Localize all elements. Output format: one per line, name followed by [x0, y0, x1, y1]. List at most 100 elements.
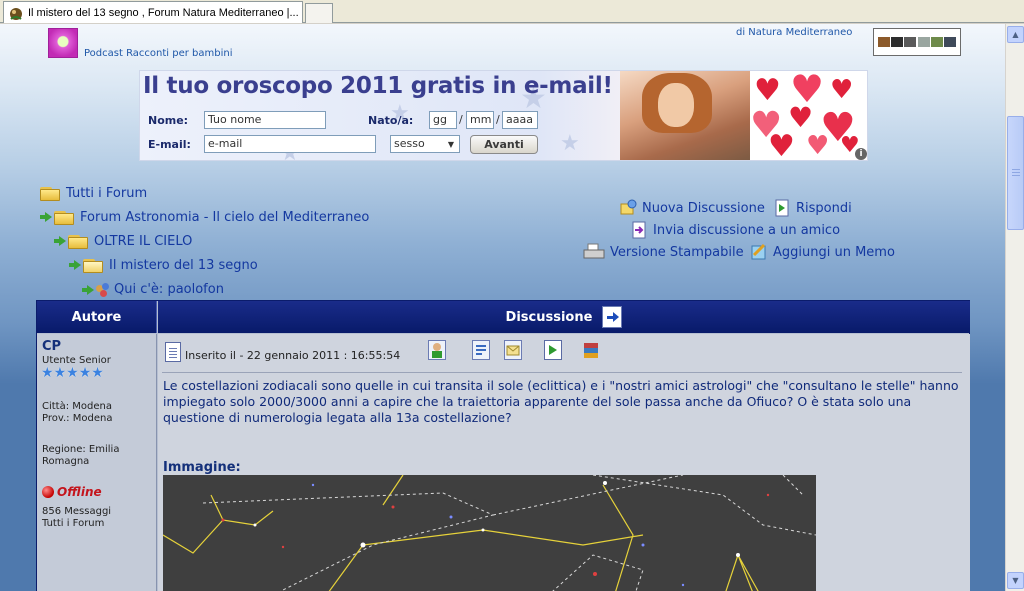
bookmark-icon[interactable] [582, 340, 600, 360]
send-to-friend-link[interactable]: Invia discussione a un amico [630, 221, 840, 239]
folder-icon [68, 233, 88, 249]
breadcrumb-topic-label: Il mistero del 13 segno [109, 257, 258, 273]
edit-icon[interactable] [472, 340, 490, 360]
author-province: Prov.: Modena [42, 413, 113, 424]
ad-month-input[interactable]: mm [466, 111, 494, 129]
author-column-header: Autore [37, 301, 157, 333]
star-icon: ★ [41, 365, 54, 381]
natura-mediterraneo-link[interactable]: di Natura Mediterraneo [736, 27, 852, 38]
scroll-up-arrow-icon[interactable]: ▲ [1007, 26, 1024, 43]
author-header-label: Autore [71, 309, 122, 325]
breadcrumb-who-here[interactable]: Qui c'è: paolofon [82, 282, 224, 297]
thumb-image [930, 37, 943, 47]
constellation-map-image [163, 475, 816, 591]
post-date: Inserito il - 22 gennaio 2011 : 16:55:54 [185, 349, 401, 362]
breadcrumb-who-here-label: Qui c'è: paolofon [114, 282, 224, 297]
post-cell: Inserito il - 22 gennaio 2011 : 16:55:54… [158, 334, 970, 591]
photo-strip-banner[interactable] [873, 28, 961, 56]
date-separator: / [496, 113, 500, 126]
new-tab-button[interactable] [305, 3, 333, 23]
new-topic-icon [619, 199, 637, 217]
dropdown-arrow-icon: ▼ [443, 136, 459, 152]
author-stars: ★ ★ ★ ★ ★ [41, 366, 104, 380]
podcast-link[interactable]: Podcast Racconti per bambini [84, 48, 233, 59]
site-favicon-icon [8, 5, 24, 21]
browser-tab[interactable]: Il mistero del 13 segno , Forum Natura M… [3, 1, 303, 23]
breadcrumb-forum-label: Forum Astronomia - Il cielo del Mediterr… [80, 209, 370, 225]
tree-arrow-icon [82, 284, 94, 296]
tree-arrow-icon [54, 235, 66, 247]
ad-birth-label: Nato/a: [368, 114, 414, 127]
ad-name-input[interactable]: Tuo nome [204, 111, 326, 129]
horoscope-ad-banner[interactable]: ★ ★ ★ ★ Il tuo oroscopo 2011 gratis in e… [139, 70, 868, 161]
breadcrumb-topic[interactable]: Il mistero del 13 segno [69, 257, 258, 273]
ad-info-icon[interactable]: i [855, 148, 867, 160]
ad-email-input[interactable]: e-mail [204, 135, 376, 153]
tree-arrow-icon [69, 259, 81, 271]
email-author-icon[interactable] [504, 340, 522, 360]
author-region: Regione: Emilia [42, 444, 120, 455]
send-to-friend-label: Invia discussione a un amico [653, 222, 841, 238]
breadcrumb-subforum-label: OLTRE IL CIELO [94, 233, 193, 249]
ad-email-label: E-mail: [148, 138, 191, 151]
open-folder-icon [83, 257, 103, 273]
author-status-label: Offline [57, 485, 102, 499]
browser-tab-title: Il mistero del 13 segno , Forum Natura M… [28, 6, 299, 19]
post-image-label: Immagine: [163, 460, 241, 475]
author-all-forums-link[interactable]: Tutti i Forum [42, 518, 104, 530]
print-version-link[interactable]: Versione Stampabile [583, 243, 744, 261]
profile-icon[interactable] [428, 340, 446, 360]
breadcrumb-subforum[interactable]: OLTRE IL CIELO [54, 233, 192, 249]
next-topic-icon[interactable] [602, 306, 623, 328]
ad-sex-select[interactable]: sesso ▼ [390, 135, 460, 153]
browser-tab-strip: Il mistero del 13 segno , Forum Natura M… [0, 0, 1024, 23]
podcast-logo-icon[interactable] [48, 28, 78, 58]
tree-arrow-icon [40, 211, 52, 223]
reply-label: Rispondi [796, 200, 852, 216]
star-icon: ★ [78, 365, 92, 381]
reply-icon [773, 199, 791, 217]
printer-icon [583, 243, 605, 261]
add-memo-label: Aggiungi un Memo [773, 244, 895, 260]
thumb-image [890, 37, 903, 47]
ad-woman-photo [620, 71, 750, 160]
star-icon: ★ [91, 365, 104, 381]
date-separator: / [459, 113, 463, 126]
ad-title: Il tuo oroscopo 2011 gratis in e-mail! [143, 73, 613, 99]
star-decoration-icon: ★ [560, 131, 580, 156]
ad-name-label: Nome: [148, 114, 189, 127]
memo-icon [750, 243, 768, 261]
reply-quote-icon[interactable] [544, 340, 562, 360]
add-memo-link[interactable]: Aggiungi un Memo [750, 243, 895, 261]
topic-column-header: Discussione [158, 301, 970, 333]
ad-hearts-image: ♥ ♥ ♥ ♥ ♥ ♥ ♥ ♥ ♥ i [750, 71, 867, 161]
star-icon: ★ [53, 365, 67, 381]
vertical-scrollbar[interactable]: ▲ ▼ [1005, 24, 1024, 591]
author-name[interactable]: CP [42, 339, 61, 354]
scroll-down-arrow-icon[interactable]: ▼ [1007, 572, 1024, 589]
new-topic-link[interactable]: Nuova Discussione [619, 199, 765, 217]
breadcrumb-all-forums-label: Tutti i Forum [66, 185, 148, 201]
heart-icon: ♥ [830, 75, 854, 105]
users-icon [96, 282, 110, 297]
scrollbar-thumb[interactable] [1007, 116, 1024, 230]
folder-icon [40, 185, 60, 201]
ad-day-input[interactable]: gg [429, 111, 457, 129]
author-city: Città: Modena [42, 401, 112, 412]
new-topic-label: Nuova Discussione [642, 200, 765, 216]
author-info-cell: CP Utente Senior ★ ★ ★ ★ ★ Città: Modena… [37, 334, 157, 591]
ad-year-input[interactable]: aaaa [502, 111, 538, 129]
heart-icon: ♥ [806, 131, 830, 161]
breadcrumb-all-forums[interactable]: Tutti i Forum [40, 185, 147, 201]
breadcrumb-forum[interactable]: Forum Astronomia - Il cielo del Mediterr… [40, 209, 369, 225]
ad-submit-button[interactable]: Avanti [470, 135, 538, 154]
reply-link[interactable]: Rispondi [773, 199, 852, 217]
post-meta: Inserito il - 22 gennaio 2011 : 16:55:54 [165, 342, 400, 362]
send-document-icon [630, 221, 648, 239]
topic-header-label: Discussione [505, 309, 593, 325]
thumb-image [944, 37, 957, 47]
star-icon: ★ [66, 365, 79, 381]
author-status: Offline [42, 485, 102, 499]
photo-face [658, 83, 694, 127]
forum-topic-table: Autore Discussione CP Utente Senior ★ ★ … [36, 300, 970, 591]
